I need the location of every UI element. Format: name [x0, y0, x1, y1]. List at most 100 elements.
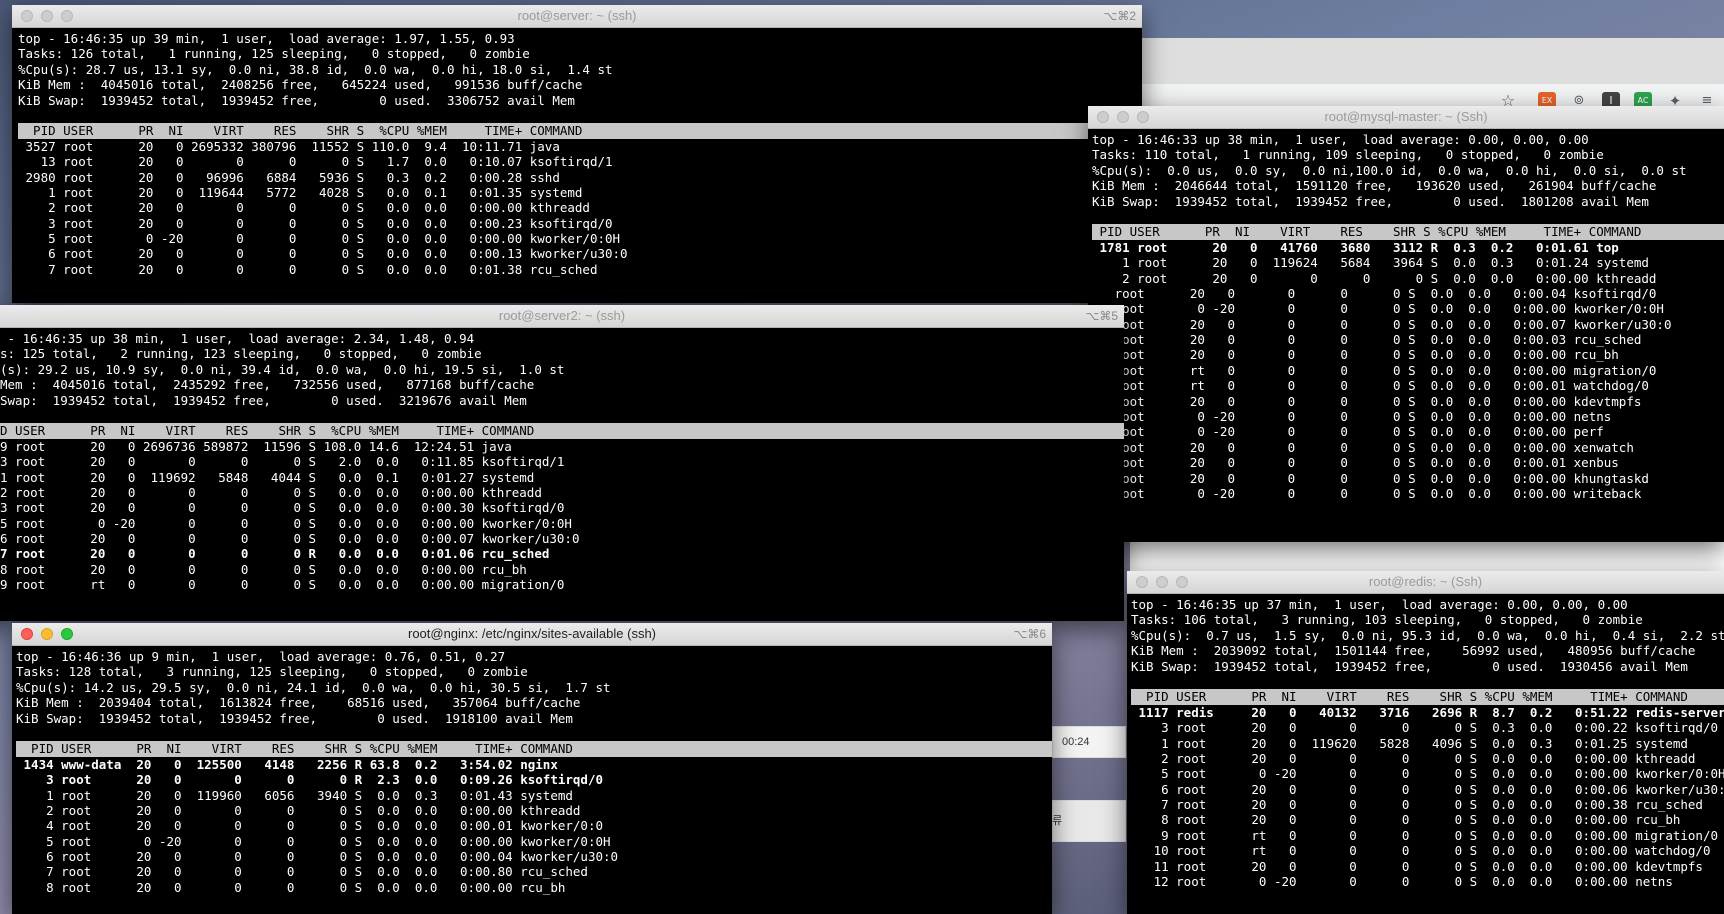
- process-row: 2 root 20 0 0 0 0 S 0.0 0.0 0:00.00 kthr…: [1131, 750, 1696, 766]
- process-row: root 0 -20 0 0 0 S 0.0 0.0 0:00.00 write…: [1092, 485, 1642, 501]
- title-bar[interactable]: root@server: ~ (ssh) ⌥⌘2: [12, 5, 1142, 28]
- title-bar[interactable]: root@nginx: /etc/nginx/sites-available (…: [12, 623, 1052, 646]
- window-title: root@server: ~ (ssh): [517, 8, 637, 23]
- background-time-label: 00:24: [1062, 736, 1090, 748]
- mem-line: KiB Mem : 2039404 total, 1613824 free, 6…: [16, 695, 581, 711]
- process-row: 13 root 20 0 0 0 0 S 1.7 0.0 0:10.07 kso…: [18, 154, 613, 170]
- cpu-line: %Cpu(s): 0.7 us, 1.5 sy, 0.0 ni, 95.3 id…: [1131, 627, 1724, 643]
- process-row: 9 root 20 0 2696736 589872 11596 S 108.0…: [0, 438, 512, 454]
- mem-line: KiB Mem : 2039092 total, 1501144 free, 5…: [1131, 643, 1696, 659]
- tasks-line: Tasks: 128 total, 3 running, 125 sleepin…: [16, 664, 528, 680]
- process-row: 2980 root 20 0 96996 6884 5936 S 0.3 0.2…: [18, 169, 560, 185]
- process-row: 8 root 20 0 0 0 0 S 0.0 0.0 0:00.00 rcu_…: [1131, 812, 1681, 828]
- process-table-header: PID USER PR NI VIRT RES SHR S %CPU %MEM …: [16, 741, 1052, 757]
- process-row: 6 root 20 0 0 0 0 S 0.0 0.0 0:00.13 kwor…: [18, 246, 628, 262]
- cpu-line: %Cpu(s): 14.2 us, 29.5 sy, 0.0 ni, 24.1 …: [16, 679, 611, 695]
- swap-line: KiB Swap: 1939452 total, 1939452 free, 0…: [1131, 658, 1688, 674]
- process-row: 1 root 20 0 119692 5848 4044 S 0.0 0.1 0…: [0, 469, 535, 485]
- terminal-window-server[interactable]: root@server: ~ (ssh) ⌥⌘2 top - 16:46:35 …: [12, 5, 1142, 303]
- mem-line: Mem : 4045016 total, 2435292 free, 73255…: [0, 377, 535, 393]
- window-title: root@server2: ~ (ssh): [498, 308, 626, 323]
- process-table-header: D USER PR NI VIRT RES SHR S %CPU %MEM TI…: [0, 423, 1124, 439]
- process-row: 4 root 20 0 0 0 0 S 0.0 0.0 0:00.01 kwor…: [16, 818, 603, 834]
- process-row: 3 root 20 0 0 0 0 S 0.0 0.0 0:00.23 ksof…: [18, 215, 613, 231]
- terminal-output[interactable]: top - 16:46:33 up 38 min, 1 user, load a…: [1092, 132, 1724, 542]
- title-bar[interactable]: root@mysql-master: ~ (Ssh): [1088, 106, 1724, 129]
- process-row: 1781 root 20 0 41760 3680 3112 R 0.3 0.2…: [1092, 239, 1619, 255]
- top-summary-line: - 16:46:35 up 38 min, 1 user, load avera…: [0, 331, 475, 346]
- process-row: 7 root 20 0 0 0 0 S 0.0 0.0 0:01.38 rcu_…: [18, 261, 598, 277]
- process-row: 1 root 20 0 119620 5828 4096 S 0.0 0.3 0…: [1131, 735, 1688, 751]
- process-row: 7 root 20 0 0 0 0 S 0.0 0.0 0:00.80 rcu_…: [16, 864, 588, 880]
- window-shortcut: ⌥⌘5: [1085, 309, 1118, 323]
- tasks-line: Tasks: 126 total, 1 running, 125 sleepin…: [18, 46, 530, 62]
- mem-line: KiB Mem : 4045016 total, 2408256 free, 6…: [18, 77, 583, 93]
- process-row: 2 root 20 0 0 0 0 S 0.0 0.0 0:00.00 kthr…: [18, 200, 590, 216]
- process-row: root rt 0 0 0 0 S 0.0 0.0 0:00.00 migrat…: [1092, 362, 1657, 378]
- process-row: root 20 0 0 0 0 S 0.0 0.0 0:00.01 xenbus: [1092, 455, 1619, 471]
- tasks-line: s: 125 total, 2 running, 123 sleeping, 0…: [0, 346, 482, 362]
- process-row: 3 root 20 0 0 0 0 S 2.0 0.0 0:11.85 ksof…: [0, 454, 565, 470]
- terminal-output[interactable]: top - 16:46:35 up 37 min, 1 user, load a…: [1131, 597, 1724, 914]
- cpu-line: %Cpu(s): 28.7 us, 13.1 sy, 0.0 ni, 38.8 …: [18, 61, 613, 77]
- process-row: root 20 0 0 0 0 S 0.0 0.0 0:00.04 ksofti…: [1092, 285, 1657, 301]
- window-title: root@mysql-master: ~ (Ssh): [1324, 109, 1488, 124]
- window-shortcut: ⌥⌘6: [1013, 627, 1046, 641]
- process-row: 8 root 20 0 0 0 0 S 0.0 0.0 0:00.00 rcu_…: [16, 879, 566, 895]
- process-row: 1 root 20 0 119960 6056 3940 S 0.0 0.3 0…: [16, 787, 573, 803]
- process-row: 8 root 20 0 0 0 0 S 0.0 0.0 0:00.00 rcu_…: [0, 561, 527, 577]
- process-row: 5 root 0 -20 0 0 0 S 0.0 0.0 0:00.00 kwo…: [16, 833, 611, 849]
- swap-line: KiB Swap: 1939452 total, 1939452 free, 0…: [16, 710, 573, 726]
- process-row: 7 root 20 0 0 0 0 S 0.0 0.0 0:00.38 rcu_…: [1131, 797, 1703, 813]
- process-row: 5 root 0 -20 0 0 0 S 0.0 0.0 0:00.00 kwo…: [18, 231, 621, 247]
- terminal-window-redis[interactable]: root@redis: ~ (Ssh) top - 16:46:35 up 37…: [1127, 571, 1724, 914]
- process-row: 3 root 20 0 0 0 0 S 0.0 0.0 0:00.30 ksof…: [0, 500, 565, 516]
- title-bar[interactable]: root@server2: ~ (ssh) ⌥⌘5: [0, 305, 1124, 328]
- process-row: root 20 0 0 0 0 S 0.0 0.0 0:00.03 rcu_sc…: [1092, 332, 1642, 348]
- process-row: 3 root 20 0 0 0 0 R 2.3 0.0 0:09.26 ksof…: [16, 772, 603, 788]
- process-row: 6 root 20 0 0 0 0 S 0.0 0.0 0:00.07 kwor…: [0, 531, 580, 547]
- process-row: root 20 0 0 0 0 S 0.0 0.0 0:00.07 kworke…: [1092, 316, 1672, 332]
- process-row: 10 root rt 0 0 0 0 S 0.0 0.0 0:00.00 wat…: [1131, 843, 1711, 859]
- swap-line: KiB Swap: 1939452 total, 1939452 free, 0…: [18, 92, 575, 108]
- process-row: 1117 redis 20 0 40132 3716 2696 R 8.7 0.…: [1131, 704, 1724, 720]
- process-table-header: PID USER PR NI VIRT RES SHR S %CPU %MEM …: [1092, 224, 1724, 240]
- terminal-window-nginx[interactable]: root@nginx: /etc/nginx/sites-available (…: [12, 623, 1052, 914]
- process-row: root 0 -20 0 0 0 S 0.0 0.0 0:00.00 netns: [1092, 409, 1612, 425]
- top-summary-line: top - 16:46:35 up 37 min, 1 user, load a…: [1131, 597, 1628, 612]
- process-row: 1 root 20 0 119644 5772 4028 S 0.0 0.1 0…: [18, 184, 583, 200]
- tasks-line: Tasks: 106 total, 3 running, 103 sleepin…: [1131, 612, 1643, 628]
- process-row: 9 root rt 0 0 0 0 S 0.0 0.0 0:00.00 migr…: [0, 577, 565, 593]
- process-row: 9 root rt 0 0 0 0 S 0.0 0.0 0:00.00 migr…: [1131, 827, 1718, 843]
- title-bar[interactable]: root@redis: ~ (Ssh): [1127, 571, 1724, 594]
- terminal-output[interactable]: - 16:46:35 up 38 min, 1 user, load avera…: [0, 331, 1124, 621]
- process-row: 5 root 0 -20 0 0 0 S 0.0 0.0 0:00.00 kwo…: [1131, 766, 1724, 782]
- process-row: 6 root 20 0 0 0 0 S 0.0 0.0 0:00.04 kwor…: [16, 849, 619, 865]
- process-row: 2 root 20 0 0 0 0 S 0.0 0.0 0:00.00 kthr…: [0, 484, 542, 500]
- process-table-header: PID USER PR NI VIRT RES SHR S %CPU %MEM …: [18, 123, 1142, 139]
- cpu-line: %Cpu(s): 0.0 us, 0.0 sy, 0.0 ni,100.0 id…: [1092, 162, 1687, 178]
- process-row: 7 root 20 0 0 0 0 R 0.0 0.0 0:01.06 rcu_…: [0, 546, 550, 562]
- process-row: 2 root 20 0 0 0 0 S 0.0 0.0 0:00.00 kthr…: [16, 802, 581, 818]
- process-row: root 20 0 0 0 0 S 0.0 0.0 0:00.00 khungt…: [1092, 470, 1649, 486]
- process-row: 11 root 20 0 0 0 0 S 0.0 0.0 0:00.00 kde…: [1131, 858, 1703, 874]
- process-row: 12 root 0 -20 0 0 0 S 0.0 0.0 0:00.00 ne…: [1131, 874, 1673, 890]
- process-row: 3 root 20 0 0 0 0 S 0.3 0.0 0:00.22 ksof…: [1131, 720, 1718, 736]
- top-summary-line: top - 16:46:35 up 39 min, 1 user, load a…: [18, 31, 515, 46]
- terminal-window-mysql-master[interactable]: root@mysql-master: ~ (Ssh) top - 16:46:3…: [1088, 106, 1724, 542]
- terminal-window-server2[interactable]: root@server2: ~ (ssh) ⌥⌘5 - 16:46:35 up …: [0, 305, 1124, 621]
- process-row: root 20 0 0 0 0 S 0.0 0.0 0:00.00 rcu_bh: [1092, 347, 1619, 363]
- terminal-output[interactable]: top - 16:46:36 up 9 min, 1 user, load av…: [16, 649, 1052, 914]
- swap-line: Swap: 1939452 total, 1939452 free, 0 use…: [0, 392, 527, 408]
- browser-tab-strip[interactable]: [1130, 38, 1724, 84]
- terminal-output[interactable]: top - 16:46:35 up 39 min, 1 user, load a…: [18, 31, 1142, 303]
- process-row: 2 root 20 0 0 0 0 S 0.0 0.0 0:00.00 kthr…: [1092, 270, 1657, 286]
- mem-line: KiB Mem : 2046644 total, 1591120 free, 1…: [1092, 178, 1657, 194]
- tasks-line: Tasks: 110 total, 1 running, 109 sleepin…: [1092, 147, 1604, 163]
- process-row: root 0 -20 0 0 0 S 0.0 0.0 0:00.00 perf: [1092, 424, 1604, 440]
- process-row: root 20 0 0 0 0 S 0.0 0.0 0:00.00 xenwat…: [1092, 439, 1634, 455]
- process-row: root 20 0 0 0 0 S 0.0 0.0 0:00.00 kdevtm…: [1092, 393, 1642, 409]
